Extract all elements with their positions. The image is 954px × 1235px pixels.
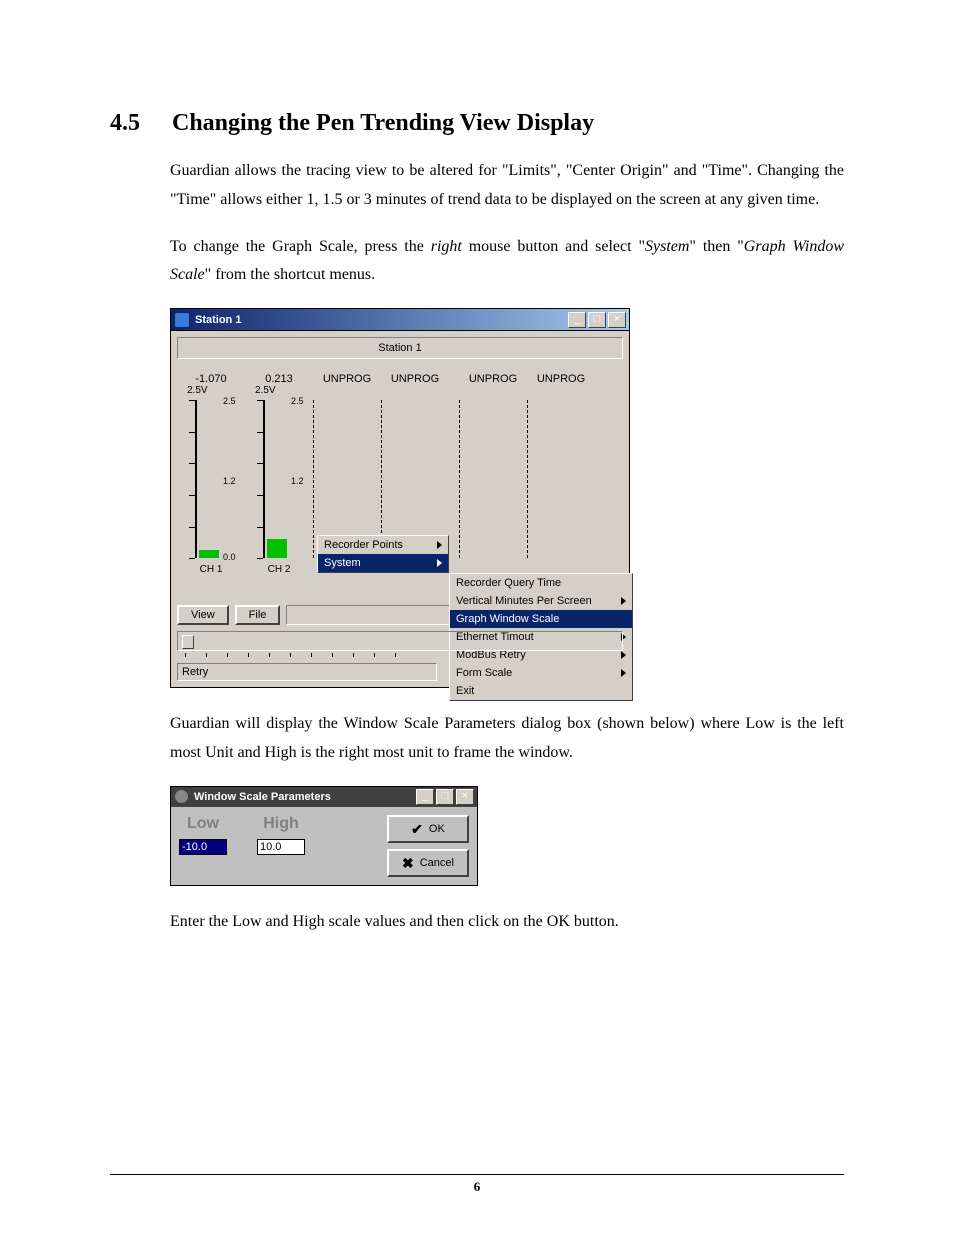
app-icon: [175, 313, 189, 327]
file-button[interactable]: File: [235, 605, 281, 625]
footer-rule: [110, 1174, 844, 1175]
menu-graph-window-scale[interactable]: Graph Window Scale: [450, 610, 632, 628]
channel-1: -1.070 2.5V 2.5 1.2 0.0 CH 1: [177, 373, 245, 575]
section-title-text: Changing the Pen Trending View Display: [172, 110, 594, 137]
station-window: Station 1 _ □ × Station 1 -1.070 2.5V 2.…: [170, 308, 630, 688]
cancel-button[interactable]: ✖ Cancel: [387, 849, 469, 877]
menu-recorder-query-time[interactable]: Recorder Query Time: [450, 574, 632, 592]
menu-recorder-points[interactable]: Recorder Points: [318, 536, 448, 554]
minimize-button[interactable]: _: [568, 312, 586, 328]
close-button[interactable]: ×: [608, 312, 626, 328]
cross-icon: ✖: [402, 856, 414, 870]
bar-ch2: [267, 539, 287, 558]
wsp-maximize-button[interactable]: □: [436, 789, 454, 805]
channel-6: UNPROG: [527, 373, 595, 575]
wsp-minimize-button[interactable]: _: [416, 789, 434, 805]
page-number: 6: [0, 1179, 954, 1195]
channel-5: UNPROG: [459, 373, 527, 575]
window-title: Station 1: [195, 314, 568, 326]
slider-thumb-icon[interactable]: [182, 635, 194, 649]
paragraph-3: Guardian will display the Window Scale P…: [170, 710, 844, 768]
high-input[interactable]: [257, 839, 305, 855]
section-number: 4.5: [110, 110, 172, 137]
ok-button[interactable]: ✔ OK: [387, 815, 469, 843]
menu-system[interactable]: System: [318, 554, 448, 572]
maximize-button[interactable]: □: [588, 312, 606, 328]
wsp-close-button[interactable]: ×: [456, 789, 474, 805]
menu-form-scale[interactable]: Form Scale: [450, 664, 632, 682]
status-bar: Retry: [177, 663, 437, 681]
check-icon: ✔: [411, 822, 423, 836]
paragraph-1: Guardian allows the tracing view to be a…: [170, 157, 844, 215]
paragraph-4: Enter the Low and High scale values and …: [170, 908, 844, 937]
bar-ch1: [199, 550, 219, 558]
channel-row: -1.070 2.5V 2.5 1.2 0.0 CH 1 0.213 2: [177, 369, 623, 601]
station-label: Station 1: [177, 337, 623, 359]
channel-2: 0.213 2.5V 2.5 1.2 CH 2: [245, 373, 313, 575]
high-label: High: [263, 815, 299, 833]
menu-vertical-minutes[interactable]: Vertical Minutes Per Screen: [450, 592, 632, 610]
titlebar[interactable]: Station 1 _ □ ×: [170, 308, 630, 330]
section-heading: 4.5 Changing the Pen Trending View Displ…: [110, 110, 844, 137]
view-button[interactable]: View: [177, 605, 229, 625]
low-label: Low: [187, 815, 219, 833]
context-menu-1[interactable]: Recorder Points System: [317, 535, 449, 573]
low-input[interactable]: [179, 839, 227, 855]
wsp-titlebar[interactable]: Window Scale Parameters _ □ ×: [171, 787, 477, 807]
wsp-app-icon: [175, 790, 188, 803]
time-slider[interactable]: [177, 631, 623, 651]
wsp-title-text: Window Scale Parameters: [194, 791, 416, 803]
menu-exit[interactable]: Exit: [450, 682, 632, 700]
paragraph-2: To change the Graph Scale, press the rig…: [170, 233, 844, 291]
wsp-dialog: Window Scale Parameters _ □ × Low High: [170, 786, 478, 886]
